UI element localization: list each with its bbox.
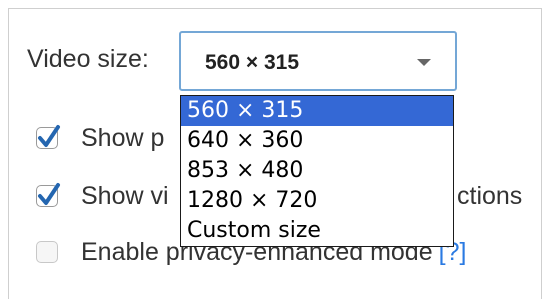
video-size-select[interactable]: 560 × 315: [179, 31, 457, 91]
dropdown-option-853x480[interactable]: 853 × 480: [181, 156, 453, 186]
show-player-controls-option[interactable]: Show p: [36, 121, 164, 155]
dropdown-option-custom-size[interactable]: Custom size: [181, 216, 453, 246]
dropdown-option-560x315[interactable]: 560 × 315: [181, 96, 453, 126]
show-video-title-checkbox[interactable]: [36, 183, 60, 207]
show-player-controls-label: Show p: [81, 123, 165, 152]
video-size-selected-value: 560 × 315: [205, 51, 300, 74]
show-video-title-label-tail: ctions: [457, 181, 523, 210]
show-video-title-option[interactable]: Show vi: [36, 179, 169, 213]
video-size-dropdown-list[interactable]: 560 × 315 640 × 360 853 × 480 1280 × 720…: [180, 95, 454, 247]
video-size-label: Video size:: [27, 45, 149, 73]
checkmark-icon: [38, 125, 60, 147]
checkmark-icon: [38, 183, 60, 205]
privacy-enhanced-checkbox[interactable]: [36, 241, 58, 263]
chevron-down-icon: [417, 59, 431, 66]
dropdown-option-1280x720[interactable]: 1280 × 720: [181, 186, 453, 216]
dropdown-option-640x360[interactable]: 640 × 360: [181, 126, 453, 156]
show-video-title-label: Show vi: [81, 181, 169, 210]
show-player-controls-checkbox[interactable]: [36, 125, 60, 149]
